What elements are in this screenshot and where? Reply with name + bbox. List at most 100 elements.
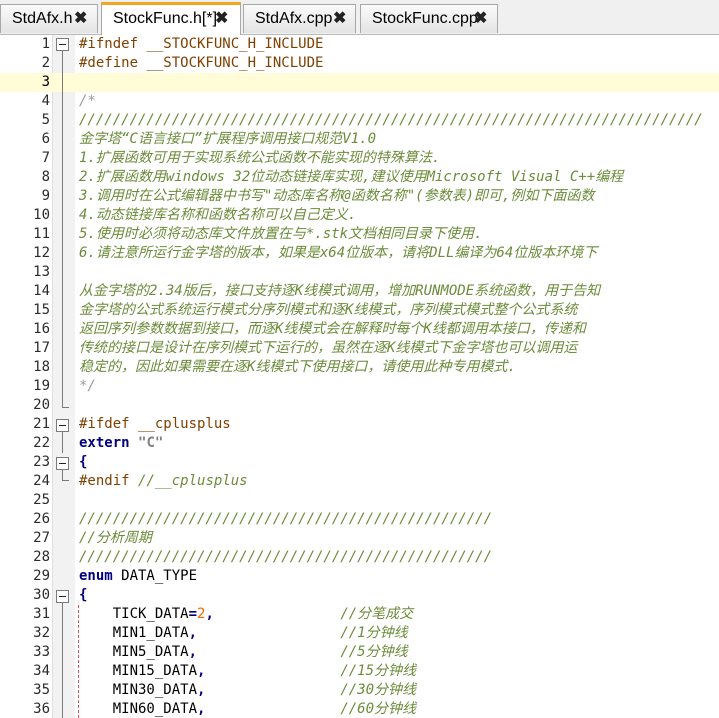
tab-stockfunc-cpp[interactable]: StockFunc.cpp ✖ (360, 4, 498, 33)
code-token: , (188, 644, 198, 660)
tab-stdafx-cpp[interactable]: StdAfx.cpp ✖ (243, 4, 356, 33)
code-token: TICK_DATA (79, 606, 189, 622)
line-number: 17 (33, 340, 50, 356)
code-line[interactable]: 1 #ifndef __STOCKFUNC_H_INCLUDE (0, 35, 719, 54)
code-line[interactable]: 29 enum DATA_TYPE (0, 567, 719, 586)
tab-stdafx-h[interactable]: StdAfx.h ✖ (0, 4, 98, 33)
code-line[interactable]: 8 2.扩展函数用windows 32位动态链接库实现,建议使用Microsoft… (0, 168, 719, 187)
close-icon[interactable]: ✖ (333, 5, 346, 33)
code-line[interactable]: 28 //////////////////////////////////////… (0, 548, 719, 567)
code-token: 4.动态链接库名称和函数名称可以自己定义. (79, 207, 357, 223)
close-icon[interactable]: ✖ (474, 5, 487, 33)
code-text: 6.请注意所运行金字塔的版本，如果是x64位版本，请将DLL编译为64位版本环境… (79, 244, 597, 263)
code-token: 2.扩展函数用windows 32位动态链接库实现,建议使用Microsoft … (79, 169, 624, 185)
code-line[interactable]: 20 (0, 396, 719, 415)
code-line[interactable]: 19 */ (0, 377, 719, 396)
code-token: "C" (138, 435, 164, 451)
code-line[interactable]: 25 (0, 491, 719, 510)
code-token: 3.调用时在公式编辑器中书写"动态库名称@函数名称"(参数表)即可,例如下面函数 (79, 188, 595, 204)
code-token: MIN30_DATA (79, 682, 198, 698)
code-line[interactable]: 4 /* (0, 92, 719, 111)
code-text: ////////////////////////////////////////… (79, 111, 703, 130)
code-line[interactable]: 6 金字塔“C语言接口”扩展程序调用接口规范V1.0 (0, 130, 719, 149)
line-number: 28 (33, 549, 50, 565)
code-token: = (188, 606, 198, 622)
code-line[interactable]: 15 金字塔的公式系统运行模式分序列模式和逐K线模式，序列模式模式整个公式系统 (0, 301, 719, 320)
code-line[interactable]: 3 (0, 73, 719, 92)
fold-toggle-icon[interactable] (56, 419, 69, 432)
code-line[interactable]: 7 1.扩展函数可用于实现系统公式函数不能实现的特殊算法. (0, 149, 719, 168)
code-line[interactable]: 31 TICK_DATA=2, //分笔成交 (0, 605, 719, 624)
code-line[interactable]: 30 { (0, 586, 719, 605)
line-number: 26 (33, 511, 50, 527)
tab-bar: StdAfx.h ✖ StockFunc.h[*] ✖ StdAfx.cpp ✖… (0, 0, 719, 35)
line-number: 16 (33, 321, 50, 337)
fold-toggle-icon[interactable] (56, 38, 69, 51)
fold-toggle-icon[interactable] (56, 457, 69, 470)
line-number: 6 (41, 131, 50, 147)
code-line[interactable]: 33 MIN5_DATA, //5分钟线 (0, 643, 719, 662)
fold-toggle-icon[interactable] (56, 590, 69, 603)
code-line[interactable]: 10 4.动态链接库名称和函数名称可以自己定义. (0, 206, 719, 225)
code-text: 金字塔的公式系统运行模式分序列模式和逐K线模式，序列模式模式整个公式系统 (79, 301, 577, 320)
code-line[interactable]: 23 { (0, 453, 719, 472)
code-token: MIN1_DATA (79, 625, 189, 641)
code-line[interactable]: 32 MIN1_DATA, //1分钟线 (0, 624, 719, 643)
code-line[interactable]: 22 extern "C" (0, 434, 719, 453)
code-token: { (79, 454, 88, 470)
close-icon[interactable]: ✖ (215, 5, 228, 33)
tab-label: StdAfx.h (12, 10, 73, 27)
code-line[interactable]: 11 5.使用时必须将动态库文件放置在与*.stk文档相同目录下使用. (0, 225, 719, 244)
code-token: MIN15_DATA (79, 663, 198, 679)
code-line[interactable]: 36 MIN60_DATA, //60分钟线 (0, 700, 719, 718)
line-number: 1 (41, 36, 50, 52)
line-number: 32 (33, 625, 50, 641)
code-token: //15分钟线 (340, 663, 417, 679)
code-line[interactable]: 21 #ifdef __cplusplus (0, 415, 719, 434)
code-line[interactable]: 12 6.请注意所运行金字塔的版本，如果是x64位版本，请将DLL编译为64位版本… (0, 244, 719, 263)
code-line[interactable]: 17 传统的接口是设计在序列模式下运行的，虽然在逐K线模式下金字塔也可以调用运 (0, 339, 719, 358)
code-line[interactable]: 14 从金字塔的2.34版后，接口支持逐K线模式调用，增加RUNMODE系统函数，… (0, 282, 719, 301)
code-line[interactable]: 35 MIN30_DATA, //30分钟线 (0, 681, 719, 700)
code-line[interactable]: 26 //////////////////////////////////////… (0, 510, 719, 529)
code-line[interactable]: 24 #endif //__cplusplus (0, 472, 719, 491)
fold-line (62, 603, 63, 718)
code-line[interactable]: 13 (0, 263, 719, 282)
code-line[interactable]: 18 稳定的，因此如果需要在逐K线模式下使用接口，请使用此种专用模式. (0, 358, 719, 377)
code-text: MIN15_DATA, //15分钟线 (79, 662, 416, 681)
code-token: { (79, 587, 88, 603)
code-text: ////////////////////////////////////////… (79, 548, 492, 567)
code-text: #ifdef __cplusplus (79, 415, 231, 434)
line-number: 36 (33, 701, 50, 717)
code-text: #define __STOCKFUNC_H_INCLUDE (79, 54, 323, 73)
line-number: 34 (33, 663, 50, 679)
code-token: #ifdef __cplusplus (79, 416, 231, 432)
tab-stockfunc-h[interactable]: StockFunc.h[*] ✖ (101, 2, 241, 35)
code-text: */ (79, 377, 96, 396)
code-line[interactable]: 5 ///////////////////////////////////////… (0, 111, 719, 130)
code-line[interactable]: 34 MIN15_DATA, //15分钟线 (0, 662, 719, 681)
code-text: MIN1_DATA, //1分钟线 (79, 624, 408, 643)
fold-end-marker (62, 407, 69, 408)
code-line[interactable]: 27 //分析周期 (0, 529, 719, 548)
line-number: 24 (33, 473, 50, 489)
code-token: 金字塔的公式系统运行模式分序列模式和逐K线模式，序列模式模式整个公式系统 (79, 302, 578, 318)
close-icon[interactable]: ✖ (74, 5, 87, 33)
line-number: 35 (33, 682, 50, 698)
line-number: 11 (33, 226, 50, 242)
code-editor[interactable]: 1 #ifndef __STOCKFUNC_H_INCLUDE 2 #define _… (0, 35, 719, 718)
code-text: 5.使用时必须将动态库文件放置在与*.stk文档相同目录下使用. (79, 225, 482, 244)
code-line[interactable]: 9 3.调用时在公式编辑器中书写"动态库名称@函数名称"(参数表)即可,例如下面函… (0, 187, 719, 206)
code-line[interactable]: 2 #define __STOCKFUNC_H_INCLUDE (0, 54, 719, 73)
code-token: 金字塔“C语言接口”扩展程序调用接口规范V1.0 (79, 131, 376, 147)
code-token: ////////////////////////////////////////… (79, 549, 493, 565)
code-line[interactable]: 16 返回序列参数数据到接口，而逐K线模式会在解释时每个K线都调用本接口，传递和 (0, 320, 719, 339)
code-token: extern (79, 435, 130, 451)
code-token: #ifndef __STOCKFUNC_H_INCLUDE (79, 36, 324, 52)
code-text: 稳定的，因此如果需要在逐K线模式下使用接口，请使用此种专用模式. (79, 358, 516, 377)
code-text: 3.调用时在公式编辑器中书写"动态库名称@函数名称"(参数表)即可,例如下面函数 (79, 187, 594, 206)
